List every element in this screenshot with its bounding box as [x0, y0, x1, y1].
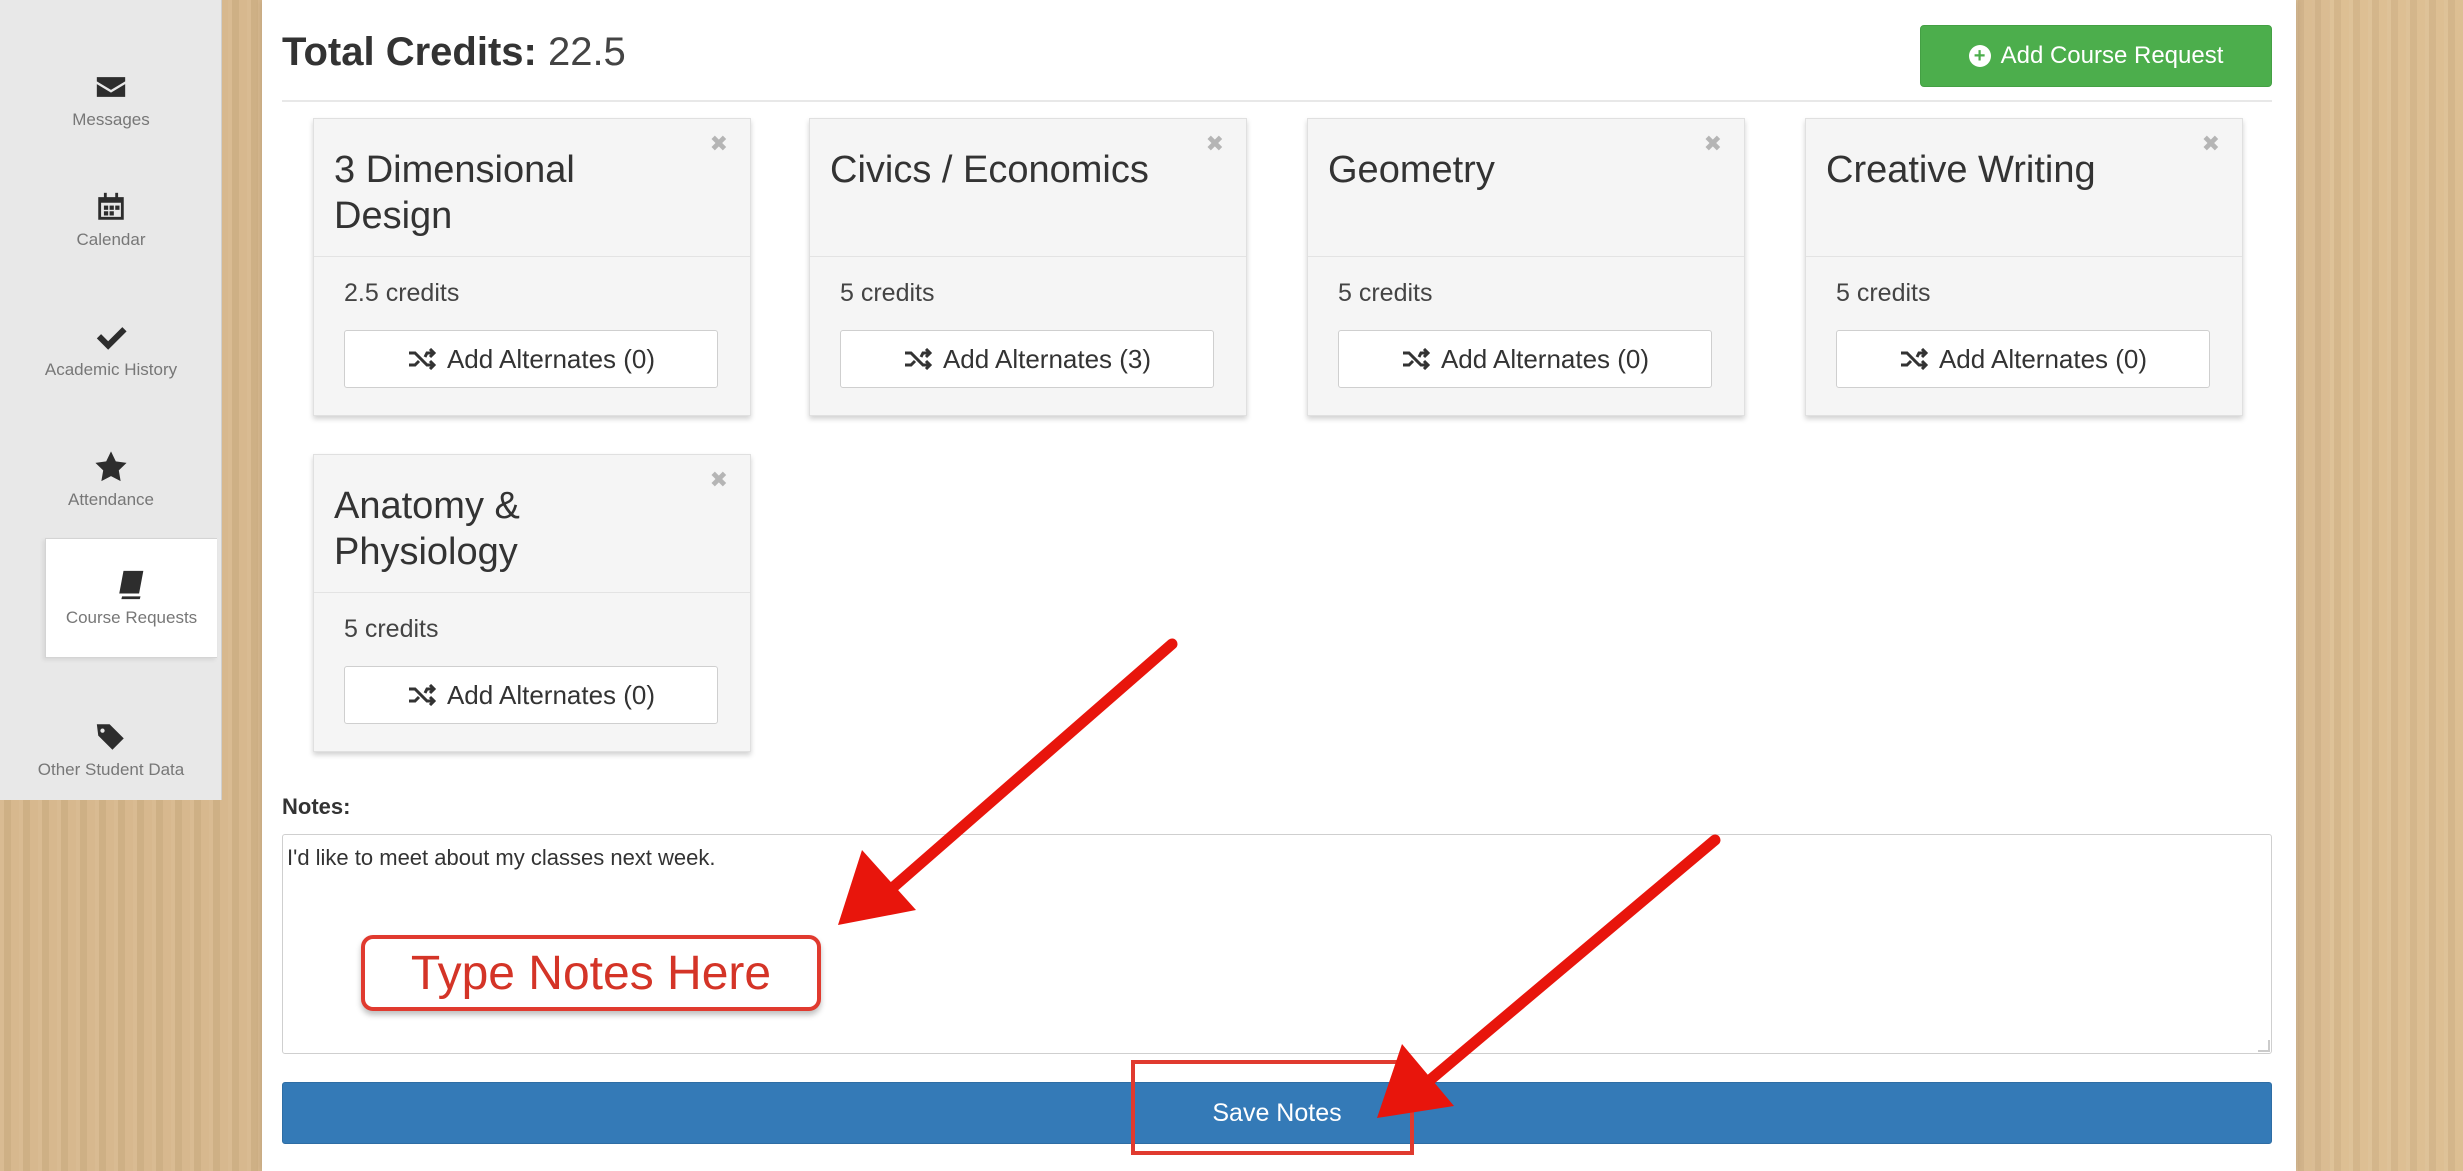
calendar-icon	[98, 192, 124, 220]
card-divider	[1308, 256, 1744, 257]
course-title: Creative Writing	[1826, 149, 2096, 191]
plus-circle-icon: +	[1968, 45, 1991, 67]
shuffle-icon	[1900, 348, 1929, 370]
card-divider	[314, 592, 750, 593]
sidebar-item-calendar[interactable]: Calendar	[0, 160, 222, 280]
course-title: 3 Dimensional Design	[334, 149, 575, 237]
add-alternates-label: Add Alternates (0)	[446, 343, 656, 374]
notes-label: Notes:	[282, 794, 351, 819]
sidebar-item-label: Attendance	[67, 490, 154, 509]
course-credits: 5 credits	[344, 615, 439, 643]
sidebar-item-label: Academic History	[44, 360, 178, 379]
add-course-request-label: Add Course Request	[2000, 42, 2224, 69]
shuffle-icon	[1402, 348, 1431, 370]
course-title: Civics / Economics	[830, 149, 1149, 191]
course-credits: 5 credits	[1338, 279, 1433, 307]
sidebar-item-other-student-data[interactable]: Other Student Data	[0, 690, 222, 810]
shuffle-icon	[904, 348, 933, 370]
textarea-resize-handle[interactable]	[2258, 1040, 2270, 1052]
type-notes-callout: Type Notes Here	[361, 935, 821, 1011]
sidebar-item-label: Messages	[72, 110, 150, 129]
card-divider	[810, 256, 1246, 257]
course-card: ✖ Civics / Economics 5 credits Add Alter…	[809, 118, 1247, 416]
header-divider	[282, 100, 2272, 102]
sidebar: Messages Calendar Academic History Atten…	[0, 0, 222, 800]
save-notes-button[interactable]: Save Notes	[282, 1082, 2272, 1144]
add-alternates-label: Add Alternates (0)	[446, 679, 656, 710]
remove-course-icon[interactable]: ✖	[710, 467, 728, 493]
total-credits-label: Total Credits:	[282, 30, 537, 74]
course-title: Anatomy & Physiology	[334, 485, 520, 573]
shuffle-icon	[408, 684, 437, 706]
course-title: Geometry	[1328, 149, 1495, 191]
checkmark-icon	[96, 327, 127, 350]
add-alternates-button[interactable]: Add Alternates (0)	[1836, 330, 2210, 388]
sidebar-item-label: Other Student Data	[37, 760, 185, 779]
page-title: Total Credits: 22.5	[282, 30, 626, 75]
sidebar-item-academic-history[interactable]: Academic History	[0, 290, 222, 410]
shuffle-icon	[408, 348, 437, 370]
course-card: ✖ Anatomy & Physiology 5 credits Add Alt…	[313, 454, 751, 752]
remove-course-icon[interactable]: ✖	[1704, 131, 1722, 157]
sidebar-item-course-requests[interactable]: Course Requests	[45, 538, 217, 658]
course-credits: 5 credits	[840, 279, 935, 307]
remove-course-icon[interactable]: ✖	[2202, 131, 2220, 157]
tags-icon	[96, 724, 124, 750]
sidebar-item-label: Calendar	[76, 230, 146, 249]
remove-course-icon[interactable]: ✖	[1206, 131, 1224, 157]
course-credits: 5 credits	[1836, 279, 1931, 307]
total-credits-value: 22.5	[547, 30, 626, 74]
sidebar-item-messages[interactable]: Messages	[0, 40, 222, 160]
course-card: ✖ Creative Writing 5 credits Add Alterna…	[1805, 118, 2243, 416]
envelope-icon	[96, 77, 126, 97]
add-alternates-label: Add Alternates (0)	[1440, 343, 1650, 374]
course-card: ✖ Geometry 5 credits Add Alternates (0)	[1307, 118, 1745, 416]
add-alternates-button[interactable]: Add Alternates (3)	[840, 330, 1214, 388]
remove-course-icon[interactable]: ✖	[710, 131, 728, 157]
add-course-request-button[interactable]: + Add Course Request	[1920, 25, 2272, 87]
add-alternates-button[interactable]: Add Alternates (0)	[344, 666, 718, 724]
add-alternates-button[interactable]: Add Alternates (0)	[344, 330, 718, 388]
wood-background-right	[2330, 0, 2463, 1171]
card-divider	[314, 256, 750, 257]
sidebar-item-label: Course Requests	[65, 608, 198, 627]
add-alternates-label: Add Alternates (3)	[942, 343, 1152, 374]
add-alternates-button[interactable]: Add Alternates (0)	[1338, 330, 1712, 388]
card-divider	[1806, 256, 2242, 257]
add-alternates-label: Add Alternates (0)	[1938, 343, 2148, 374]
sidebar-item-attendance[interactable]: Attendance	[0, 420, 222, 540]
star-icon	[95, 451, 127, 482]
course-card: ✖ 3 Dimensional Design 2.5 credits Add A…	[313, 118, 751, 416]
course-credits: 2.5 credits	[344, 279, 460, 307]
book-icon	[118, 570, 143, 600]
